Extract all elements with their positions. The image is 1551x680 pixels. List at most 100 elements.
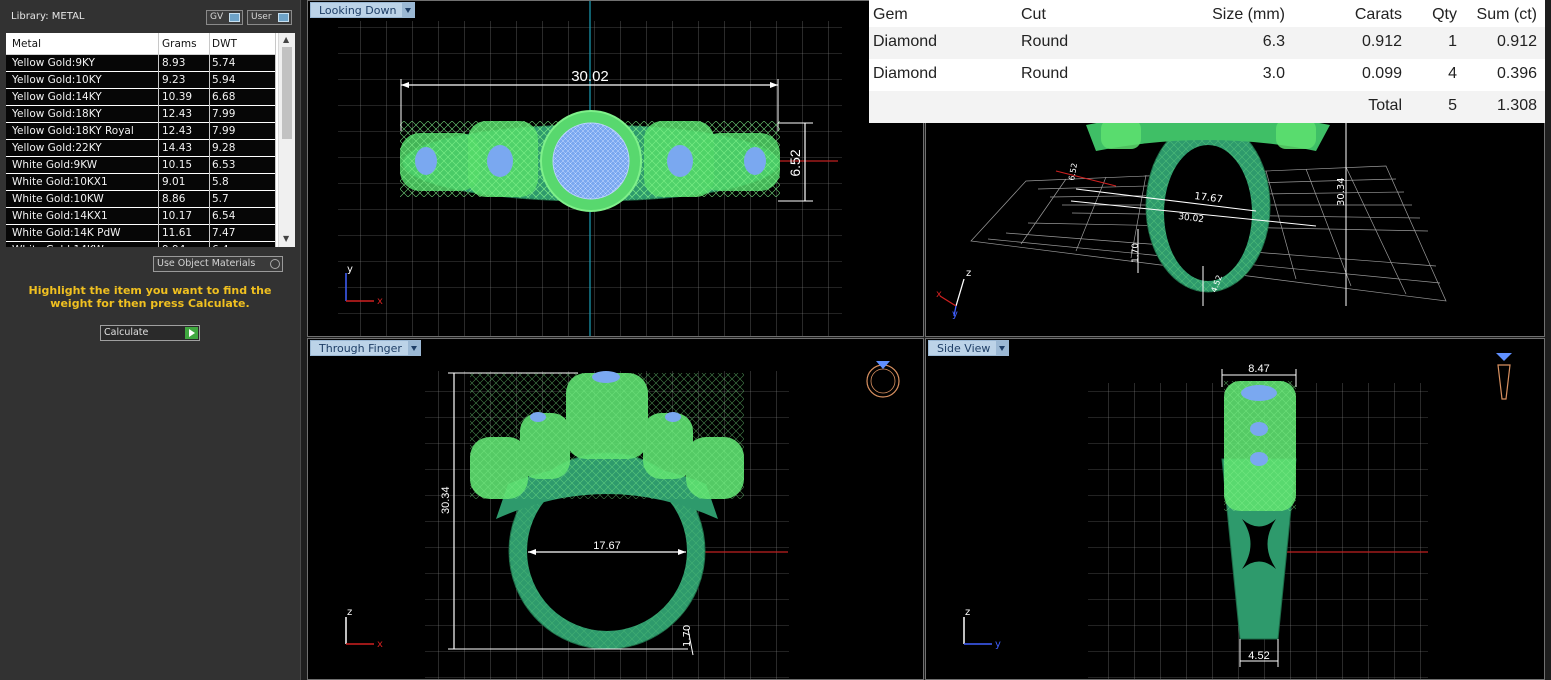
viewport-label-looking-down[interactable]: Looking Down [310,2,416,18]
gem-summary-table: Gem Cut Size (mm) Carats Qty Sum (ct) Di… [869,0,1545,123]
metal-name-cell: Yellow Gold:10KY [12,74,102,86]
col-header-metal[interactable]: Metal [12,38,41,50]
side-view-canvas: 8.47 4.52 z y [963,353,1512,679]
gv-toggle-label: GV [210,12,224,22]
grams-cell: 8.86 [162,193,186,205]
size-cell: 3.0 [1262,65,1285,82]
metal-table-scrollbar[interactable]: ▲ ▼ [278,33,295,247]
metal-table-row[interactable]: Yellow Gold:18KY 12.43 7.99 [6,106,276,123]
carats-cell: 0.099 [1361,65,1402,82]
scroll-down-icon[interactable]: ▼ [283,234,289,243]
ring-thumbnail-icon [866,361,900,398]
scrollbar-thumb[interactable] [282,47,292,139]
carats-col-header: Carats [1354,6,1402,23]
total-qty: 5 [1448,97,1457,114]
toggle-knob-icon [278,13,289,22]
metal-name-cell: White Gold:14K PdW [12,227,121,239]
metal-table-row[interactable]: Yellow Gold:10KY 9.23 5.94 [6,72,276,89]
metal-table-row[interactable]: White Gold:14K PdW 11.61 7.47 [6,225,276,242]
qty-col-header: Qty [1432,6,1457,23]
dropdown-arrow-icon[interactable] [402,3,415,17]
dwt-cell: 9.28 [212,142,236,154]
cut-col-header: Cut [1021,6,1046,23]
metal-table-body: Yellow Gold:9KY 8.93 5.74 Yellow Gold:10KY 9… [6,55,276,247]
metal-name-cell: Yellow Gold:14KY [12,91,102,103]
metal-table-row[interactable]: Yellow Gold:14KY 10.39 6.68 [6,89,276,106]
dwt-cell: 7.99 [212,125,236,137]
axis-y-label: y [952,309,958,320]
dwt-cell: 5.94 [212,74,236,86]
dim-shank-label: 1.70 [682,625,693,647]
grams-cell: 12.43 [162,108,193,120]
metal-table-row[interactable]: Yellow Gold:9KY 8.93 5.74 [6,55,276,72]
gem-col-header: Gem [873,6,908,23]
viewport-through-finger[interactable]: 30.34 17.67 1.70 z x Through Finger [307,338,924,680]
qty-cell: 4 [1448,65,1457,82]
metal-name-cell: Yellow Gold:18KY Royal [12,125,134,137]
dim-label: 6.52 [1067,162,1079,181]
grams-cell: 10.39 [162,91,193,103]
dwt-cell: 6.54 [212,210,236,222]
metal-name-cell: Yellow Gold:18KY [12,108,102,120]
sum-cell: 0.912 [1496,33,1537,50]
grams-cell: 9.01 [162,176,186,188]
grams-cell: 14.43 [162,142,193,154]
dwt-cell: 7.47 [212,227,236,239]
instruction-text: Highlight the item you want to find the … [28,284,272,310]
metal-table-row[interactable]: Yellow Gold:22KY 14.43 9.28 [6,140,276,157]
dwt-cell: 6.53 [212,159,236,171]
viewport-looking-down[interactable]: 30.02 6.52 y x Looking Down [307,0,924,337]
library-title: Library: METAL [11,11,85,22]
metal-name-cell: White Gold:9KW [12,159,98,171]
gem-table-row: Diamond Round 6.3 0.912 1 0.912 [869,27,1545,59]
grams-cell: 11.61 [162,227,193,239]
col-header-grams[interactable]: Grams [162,38,197,50]
column-divider [209,33,210,247]
metal-table-row[interactable]: White Gold:9KW 10.15 6.53 [6,157,276,174]
axis-z-label: z [965,607,970,618]
viewport-label-side-view[interactable]: Side View [928,340,1010,356]
metal-name-cell: Yellow Gold:9KY [12,57,95,69]
axis-x-label: x [377,639,383,650]
radio-icon [270,259,280,269]
dropdown-arrow-icon[interactable] [996,341,1009,355]
col-header-dwt[interactable]: DWT [212,38,237,50]
metal-table-row[interactable]: Yellow Gold:18KY Royal 12.43 7.99 [6,123,276,140]
metal-name-cell: White Gold:14KX1 [12,210,108,222]
jewelry-cad-window: Library: METAL GV User Metal Grams DWT Y… [0,0,1551,680]
metal-table-row[interactable]: White Gold:14KX1 10.17 6.54 [6,208,276,225]
dwt-cell: 6.4 [212,244,229,247]
viewport-label-text: Looking Down [319,4,397,17]
metal-table-row[interactable]: White Gold:10KW 8.86 5.7 [6,191,276,208]
metal-table-row[interactable]: White Gold:14KW 9.94 6.4 [6,242,276,247]
looking-down-canvas: 30.02 6.52 y x [338,1,842,336]
grams-cell: 9.23 [162,74,186,86]
user-toggle-label: User [251,12,272,22]
dropdown-arrow-icon[interactable] [407,341,420,355]
grams-cell: 10.15 [162,159,193,171]
metal-name-cell: White Gold:10KX1 [12,176,108,188]
size-col-header: Size (mm) [1212,6,1285,23]
grams-cell: 10.17 [162,210,193,222]
gv-toggle[interactable]: GV [206,10,243,25]
total-sum: 1.308 [1496,97,1537,114]
dwt-cell: 5.7 [212,193,229,205]
dwt-cell: 5.8 [212,176,229,188]
axis-z-label: z [347,607,352,618]
gem-cell: Diamond [873,65,938,82]
dim-label: 30.34 [1336,177,1347,206]
viewport-side-view[interactable]: 8.47 4.52 z y Side View [925,338,1545,680]
dim-label: 1.70 [1131,243,1141,263]
calculate-button[interactable]: Calculate [100,325,200,341]
user-toggle[interactable]: User [247,10,292,25]
viewport-label-through-finger[interactable]: Through Finger [310,340,421,356]
use-object-materials-toggle[interactable]: Use Object Materials [153,256,283,272]
metal-weight-table: Metal Grams DWT Yellow Gold:9KY 8.93 5.74 Y… [6,33,295,247]
play-icon [185,327,198,339]
grams-cell: 9.94 [162,244,185,247]
metal-name-cell: White Gold:14KW [12,244,104,247]
scroll-up-icon[interactable]: ▲ [283,35,289,44]
metal-table-row[interactable]: White Gold:10KX1 9.01 5.8 [6,174,276,191]
use-object-materials-label: Use Object Materials [157,258,256,269]
gem-table-total-row: Total 5 1.308 [869,91,1545,123]
